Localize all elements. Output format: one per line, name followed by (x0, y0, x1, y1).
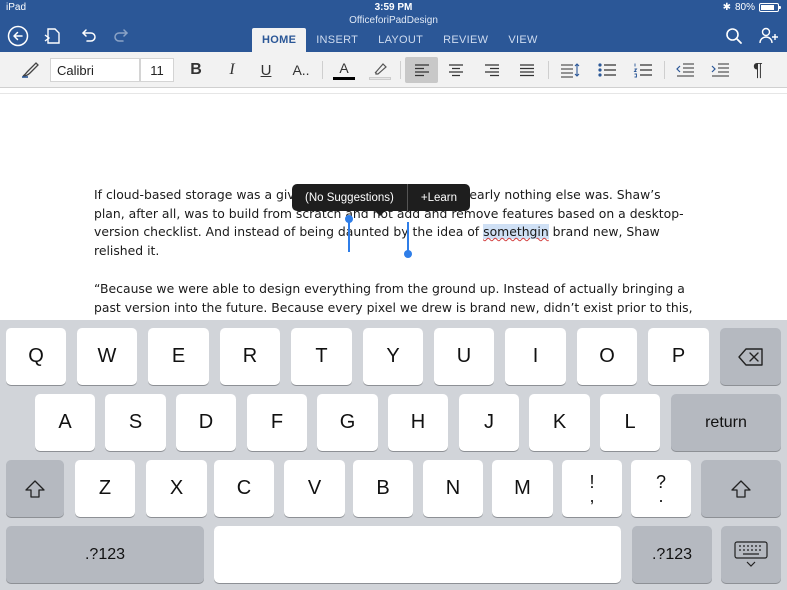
key-bottom-char: , (589, 485, 595, 506)
font-color-glyph: A (339, 59, 349, 76)
shift-key-left[interactable] (6, 460, 64, 517)
key-b[interactable]: B (353, 460, 413, 517)
battery-percent: 80% (734, 2, 755, 13)
increase-indent-icon[interactable] (705, 57, 735, 83)
ribbon-divider (664, 61, 665, 79)
document-paragraph[interactable]: “Because we were able to design everythi… (94, 280, 694, 320)
key-w[interactable]: W (77, 328, 137, 385)
app-header: iPad 3:59 PM ✱ 80% OfficeforiPadDesign H… (0, 0, 787, 52)
key-k[interactable]: K (529, 394, 590, 451)
key-g[interactable]: G (317, 394, 378, 451)
key-p[interactable]: P (648, 328, 709, 385)
ribbon-divider (322, 61, 323, 79)
font-color-swatch (333, 76, 355, 80)
tab-review[interactable]: REVIEW (433, 28, 498, 52)
tab-home[interactable]: HOME (252, 28, 307, 52)
key-t[interactable]: T (291, 328, 352, 385)
key-bottom-char: . (658, 485, 664, 506)
align-left-icon[interactable] (405, 57, 438, 83)
key-j[interactable]: J (459, 394, 519, 451)
spelling-popup: (No Suggestions) +Learn (292, 184, 470, 211)
document-page[interactable]: If cloud-based storage was a given in th… (0, 89, 787, 320)
highlight-icon[interactable] (366, 57, 394, 83)
shift-key-right[interactable] (701, 460, 781, 517)
tab-view[interactable]: VIEW (498, 28, 547, 52)
font-color-button[interactable]: A (330, 57, 358, 83)
shift-icon (25, 479, 45, 498)
dismiss-keyboard-key[interactable] (721, 526, 781, 583)
more-font-options-button[interactable]: A.. (286, 57, 316, 83)
redo-icon[interactable] (110, 24, 134, 48)
key-x[interactable]: X (146, 460, 207, 517)
key-s[interactable]: S (105, 394, 166, 451)
status-right: ✱ 80% (722, 2, 781, 13)
tab-insert[interactable]: INSERT (306, 28, 368, 52)
key-a[interactable]: A (35, 394, 95, 451)
keyboard-dismiss-icon (734, 540, 768, 567)
add-person-icon[interactable] (757, 24, 781, 48)
line-spacing-icon[interactable] (555, 57, 585, 83)
key-question-period[interactable]: ? . (631, 460, 691, 517)
underline-button[interactable]: U (252, 57, 280, 83)
tab-layout[interactable]: LAYOUT (368, 28, 433, 52)
numbers-key-left[interactable]: .?123 (6, 526, 204, 583)
undo-icon[interactable] (76, 24, 100, 48)
format-painter-icon[interactable] (16, 57, 44, 83)
key-i[interactable]: I (505, 328, 566, 385)
ribbon-tabs: HOME INSERT LAYOUT REVIEW VIEW (252, 28, 548, 52)
backspace-key[interactable] (720, 328, 781, 385)
key-h[interactable]: H (388, 394, 448, 451)
learn-word-button[interactable]: +Learn (408, 184, 470, 211)
selection-start-caret (348, 219, 350, 252)
file-icon[interactable] (40, 24, 64, 48)
key-y[interactable]: Y (363, 328, 423, 385)
battery-icon (759, 3, 781, 12)
shift-icon (731, 479, 751, 498)
decrease-indent-icon[interactable] (670, 57, 700, 83)
font-name-field[interactable]: Calibri (50, 58, 140, 82)
selection-end-handle[interactable] (404, 250, 412, 258)
space-key[interactable] (214, 526, 621, 583)
backspace-icon (737, 347, 763, 366)
numbers-key-right[interactable]: .?123 (632, 526, 712, 583)
page-top-border (0, 93, 787, 94)
font-size-field[interactable]: 11 (140, 58, 174, 82)
key-d[interactable]: D (176, 394, 236, 451)
on-screen-keyboard: Q W E R T Y U I O P A S D F G H J K L re… (0, 320, 787, 590)
bluetooth-icon: ✱ (722, 2, 731, 13)
ribbon-divider (548, 61, 549, 79)
key-r[interactable]: R (220, 328, 280, 385)
key-f[interactable]: F (247, 394, 307, 451)
paragraph-mark-button[interactable]: ¶ (744, 57, 772, 83)
search-icon[interactable] (722, 24, 746, 48)
status-time: 3:59 PM (374, 2, 413, 13)
key-z[interactable]: Z (75, 460, 135, 517)
key-v[interactable]: V (284, 460, 345, 517)
key-o[interactable]: O (577, 328, 637, 385)
ribbon-divider (400, 61, 401, 79)
align-right-icon[interactable] (477, 57, 507, 83)
popup-pointer (374, 210, 386, 216)
ribbon-toolbar: Calibri 11 B I U A.. A ¶ (0, 52, 787, 88)
bullet-list-icon[interactable] (592, 57, 622, 83)
no-suggestions-item[interactable]: (No Suggestions) (292, 184, 407, 211)
key-exclaim-comma[interactable]: ! , (562, 460, 622, 517)
key-m[interactable]: M (492, 460, 553, 517)
key-l[interactable]: L (600, 394, 660, 451)
key-e[interactable]: E (148, 328, 209, 385)
key-n[interactable]: N (423, 460, 483, 517)
numbered-list-icon[interactable] (628, 57, 658, 83)
key-u[interactable]: U (434, 328, 494, 385)
misspelled-word[interactable]: somethgin (483, 224, 549, 239)
italic-button[interactable]: I (218, 57, 246, 83)
align-center-icon[interactable] (441, 57, 471, 83)
key-c[interactable]: C (214, 460, 274, 517)
justify-icon[interactable] (512, 57, 542, 83)
back-circle-icon[interactable] (6, 24, 30, 48)
return-key[interactable]: return (671, 394, 781, 451)
key-q[interactable]: Q (6, 328, 66, 385)
selection-end-caret (407, 222, 409, 252)
bold-button[interactable]: B (182, 57, 210, 83)
